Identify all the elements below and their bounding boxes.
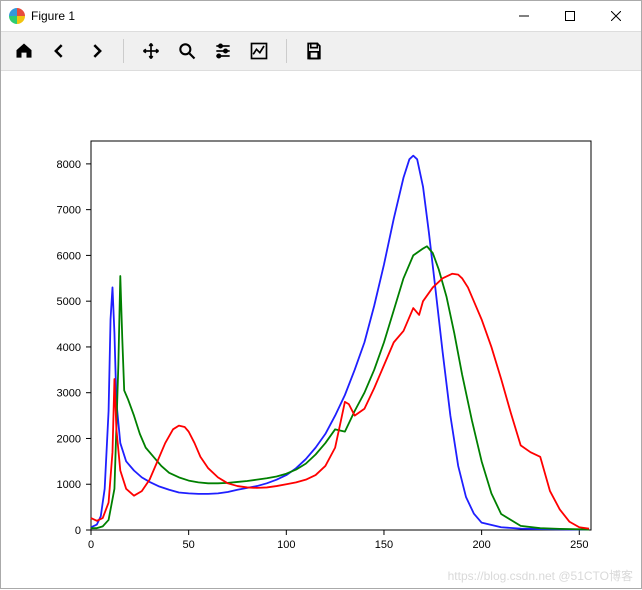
matplotlib-icon [9, 8, 25, 24]
edit-button[interactable] [242, 36, 276, 66]
toolbar [1, 31, 641, 71]
save-button[interactable] [297, 36, 331, 66]
titlebar: Figure 1 [1, 1, 641, 31]
maximize-button[interactable] [547, 1, 593, 31]
svg-text:0: 0 [88, 539, 94, 551]
svg-text:50: 50 [183, 539, 195, 551]
zoom-button[interactable] [170, 36, 204, 66]
home-button[interactable] [7, 36, 41, 66]
minimize-button[interactable] [501, 1, 547, 31]
separator [123, 39, 124, 63]
svg-text:4000: 4000 [57, 342, 81, 354]
svg-text:8000: 8000 [57, 159, 81, 171]
svg-text:0: 0 [75, 525, 81, 537]
svg-text:6000: 6000 [57, 250, 81, 262]
pan-button[interactable] [134, 36, 168, 66]
svg-text:5000: 5000 [57, 296, 81, 308]
figure-window: Figure 1 0 50 100 150 200 250 0 1000 2000 3000 400… [0, 0, 642, 589]
svg-text:150: 150 [375, 539, 393, 551]
forward-button[interactable] [79, 36, 113, 66]
svg-text:200: 200 [472, 539, 490, 551]
svg-text:3000: 3000 [57, 388, 81, 400]
configure-button[interactable] [206, 36, 240, 66]
svg-text:100: 100 [277, 539, 295, 551]
plot-area[interactable]: 0 50 100 150 200 250 0 1000 2000 3000 4000 5000 6000… [1, 71, 641, 588]
svg-text:2000: 2000 [57, 433, 81, 445]
close-button[interactable] [593, 1, 639, 31]
separator [286, 39, 287, 63]
svg-text:1000: 1000 [57, 479, 81, 491]
svg-text:250: 250 [570, 539, 588, 551]
window-title: Figure 1 [31, 9, 75, 23]
svg-text:7000: 7000 [57, 205, 81, 217]
back-button[interactable] [43, 36, 77, 66]
chart: 0 50 100 150 200 250 0 1000 2000 3000 4000 5000 6000… [1, 71, 641, 590]
